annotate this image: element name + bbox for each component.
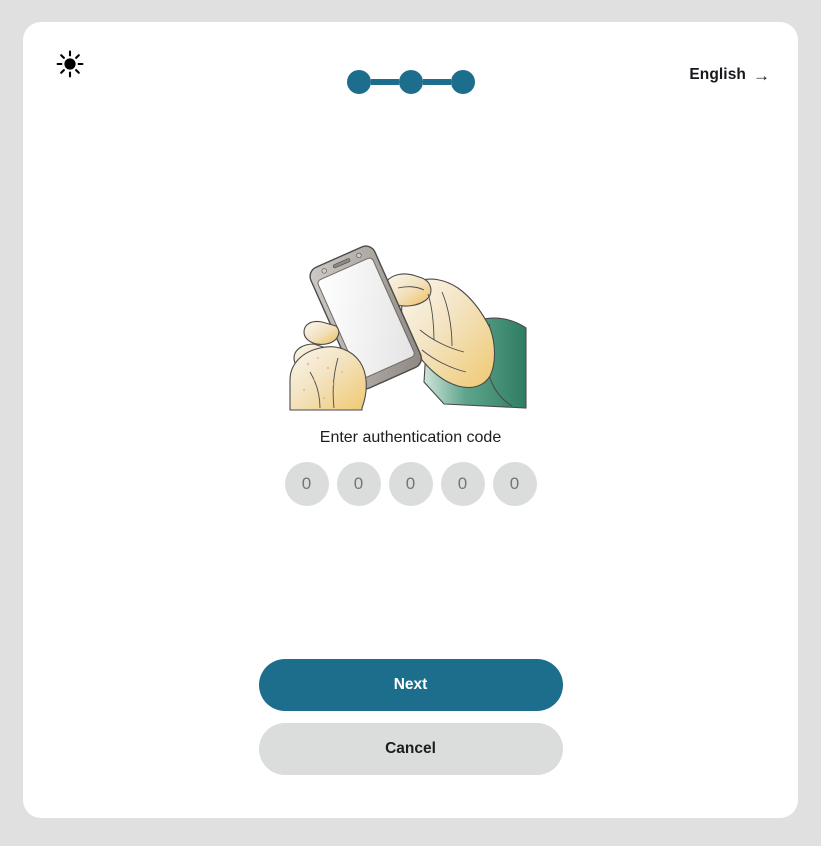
- code-digit-input-4[interactable]: [440, 462, 485, 506]
- hand-holding-phone-illustration: [276, 232, 546, 412]
- code-digit-input-2[interactable]: [336, 462, 381, 506]
- stepper-dot-2: [398, 70, 423, 94]
- stepper-line-2: [422, 79, 451, 85]
- language-selector[interactable]: English →: [689, 66, 770, 84]
- next-button[interactable]: Next: [258, 659, 563, 711]
- stepper-dot-3: [450, 70, 475, 94]
- arrow-right-icon: →: [753, 65, 770, 85]
- language-label: English: [689, 66, 746, 83]
- card-actions: Next Cancel: [258, 659, 563, 775]
- sun-icon: [55, 49, 85, 79]
- cancel-button[interactable]: Cancel: [258, 723, 563, 775]
- card-header: English →: [23, 22, 798, 102]
- authentication-prompt-label: Enter authentication code: [319, 429, 502, 446]
- code-digit-input-5[interactable]: [492, 462, 537, 506]
- brightness-toggle-button[interactable]: [48, 42, 92, 86]
- stepper-line-1: [370, 79, 399, 85]
- progress-stepper: [346, 70, 475, 94]
- authentication-code-inputs: [284, 462, 537, 506]
- card-content: Enter authentication code: [23, 122, 798, 506]
- code-digit-input-1[interactable]: [284, 462, 329, 506]
- code-digit-input-3[interactable]: [388, 462, 433, 506]
- stepper-dot-1: [346, 70, 371, 94]
- auth-card: English → Enter authentication code 0 0 …: [23, 22, 798, 818]
